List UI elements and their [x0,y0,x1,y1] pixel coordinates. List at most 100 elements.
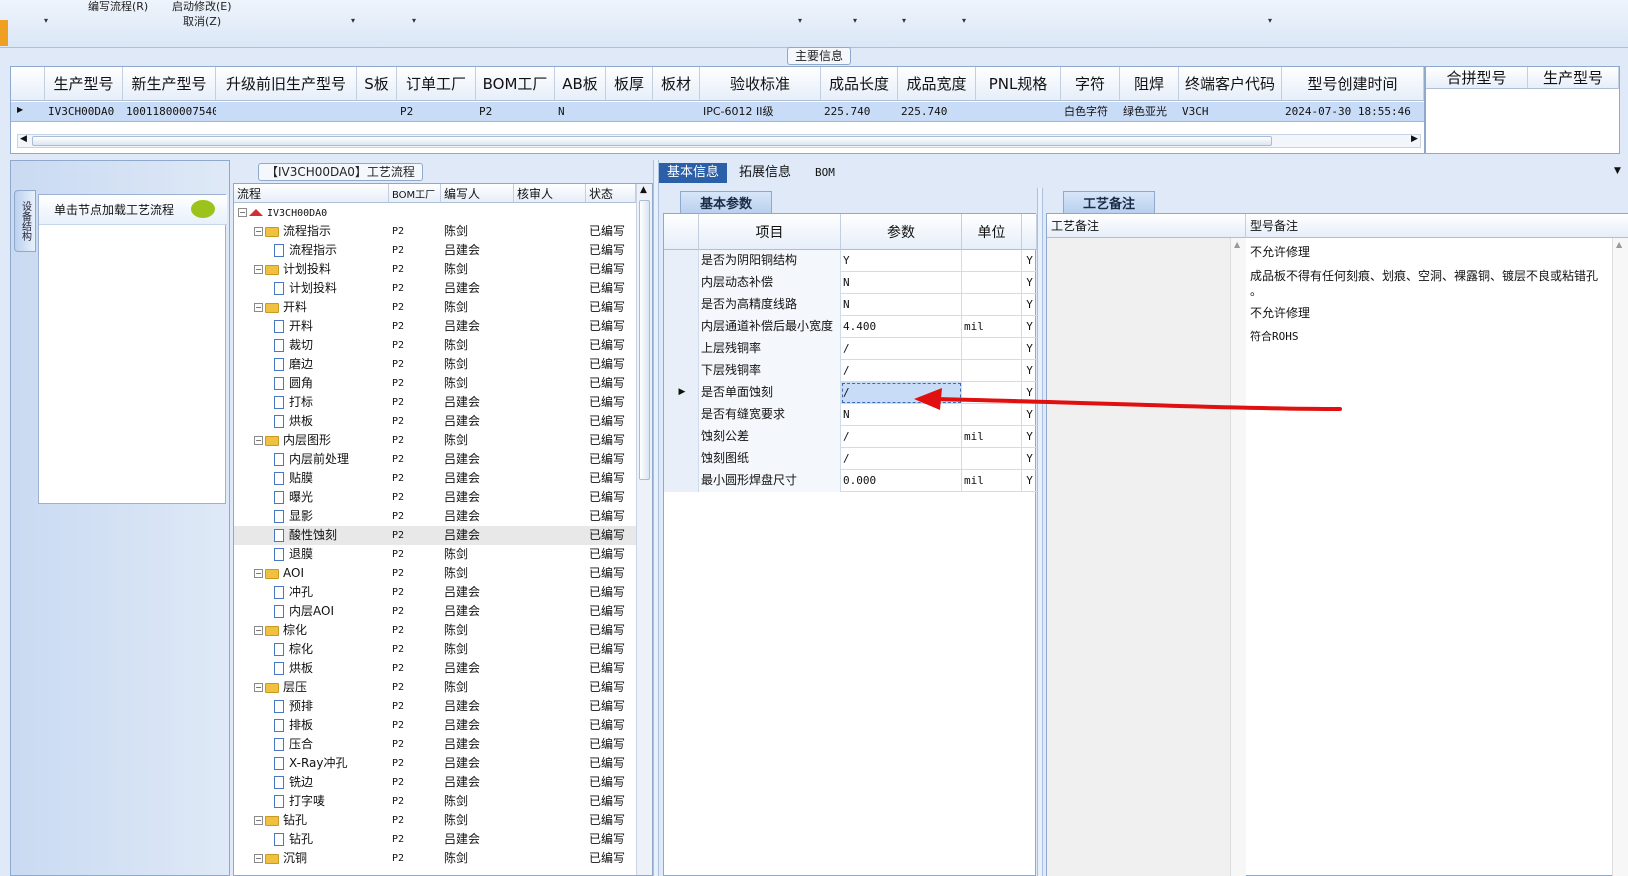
tree-row[interactable]: X-Ray冲孔 P2 吕建会 已编写 [234,754,636,773]
col-process-remark[interactable]: 工艺备注 [1047,214,1246,238]
cancel-button[interactable]: 取消(Z) [183,13,221,29]
collapse-icon[interactable]: − [238,208,247,217]
process-remark-area[interactable] [1047,238,1246,876]
tree-row[interactable]: 内层AOI P2 吕建会 已编写 [234,602,636,621]
scroll-right-icon[interactable]: ▶ [1411,134,1418,144]
col-character[interactable]: 字符 [1061,67,1120,101]
tree-row[interactable]: 打标 P2 吕建会 已编写 [234,393,636,412]
col-new-production-model[interactable]: 新生产型号 [123,67,216,101]
tree-row[interactable]: − 计划投料 P2 陈剑 已编写 [234,260,636,279]
tree-row[interactable]: − AOI P2 陈剑 已编写 [234,564,636,583]
model-remark-scrollbar[interactable]: ▲ [1612,238,1628,876]
col-unit[interactable]: 单位 [962,214,1022,250]
tree-row[interactable]: 钻孔 P2 吕建会 已编写 [234,830,636,849]
collapse-icon[interactable]: − [254,569,263,578]
col-ab-board[interactable]: AB板 [555,67,606,101]
tree-row[interactable]: − 沉铜 P2 陈剑 已编写 [234,849,636,868]
scroll-left-icon[interactable]: ◀ [20,134,27,144]
col-finished-width[interactable]: 成品宽度 [898,67,976,101]
tree-row[interactable]: − 层压 P2 陈剑 已编写 [234,678,636,697]
col-pnl-spec[interactable]: PNL规格 [976,67,1061,101]
remark-scrollbar[interactable]: ▲ [1230,238,1246,876]
param-value[interactable]: N [841,294,962,316]
tree-row[interactable]: 贴膜 P2 吕建会 已编写 [234,469,636,488]
collapse-icon[interactable]: − [254,265,263,274]
col-board-material[interactable]: 板材 [653,67,700,101]
col-order-factory[interactable]: 订单工厂 [397,67,476,101]
param-row[interactable]: 下层残铜率 / Y [664,360,1037,382]
collapse-icon[interactable]: − [254,227,263,236]
tree-row[interactable]: 棕化 P2 陈剑 已编写 [234,640,636,659]
tree-row[interactable]: − 钻孔 P2 陈剑 已编写 [234,811,636,830]
param-row[interactable]: 上层残铜率 / Y [664,338,1037,360]
splitter[interactable] [653,160,659,876]
col-finished-length[interactable]: 成品长度 [821,67,898,101]
horizontal-scrollbar[interactable]: ◀ ▶ [17,134,1421,148]
param-row[interactable]: 蚀刻图纸 / Y [664,448,1037,470]
param-row[interactable]: 内层通道补偿后最小宽度 4.400 mil Y [664,316,1037,338]
tree-row[interactable]: − 开料 P2 陈剑 已编写 [234,298,636,317]
param-value[interactable]: 0.000 [841,470,962,492]
col-solder-mask[interactable]: 阻焊 [1120,67,1179,101]
dropdown-arrow-icon[interactable]: ▾ [1268,16,1272,25]
collapse-icon[interactable]: − [254,303,263,312]
param-row[interactable]: 内层动态补偿 N Y [664,272,1037,294]
col-bom-factory[interactable]: BOM工厂 [389,184,441,203]
collapse-icon[interactable]: − [254,683,263,692]
tree-row[interactable]: 圆角 P2 陈剑 已编写 [234,374,636,393]
col-item[interactable]: 项目 [699,214,841,250]
param-value[interactable]: N [841,272,962,294]
tab-basic-info[interactable]: 基本信息 [659,163,728,183]
scroll-up-icon[interactable]: ▲ [1234,240,1240,249]
start-modify-button[interactable]: 启动修改(E) [172,0,232,14]
tree-row[interactable]: 冲孔 P2 吕建会 已编写 [234,583,636,602]
tree-row[interactable]: 显影 P2 吕建会 已编写 [234,507,636,526]
tree-row[interactable]: 压合 P2 吕建会 已编写 [234,735,636,754]
param-row[interactable]: 最小圆形焊盘尺寸 0.000 mil Y [664,470,1037,492]
scroll-up-icon[interactable]: ▲ [1616,240,1622,249]
dropdown-arrow-icon[interactable]: ▾ [962,16,966,25]
edit-process-button[interactable]: 编写流程(R) [88,0,148,14]
dropdown-arrow-icon[interactable]: ▾ [798,16,802,25]
tree-row[interactable]: 酸性蚀刻 P2 吕建会 已编写 [234,526,636,545]
tree-row[interactable]: 预排 P2 吕建会 已编写 [234,697,636,716]
col-model-remark[interactable]: 型号备注 [1246,214,1628,238]
collapse-icon[interactable]: − [254,816,263,825]
dropdown-arrow-icon[interactable]: ▾ [902,16,906,25]
splitter[interactable] [1037,188,1043,876]
tree-row[interactable]: − 棕化 P2 陈剑 已编写 [234,621,636,640]
scroll-up-icon[interactable]: ▲ [640,185,647,195]
tree-row[interactable]: 流程指示 P2 吕建会 已编写 [234,241,636,260]
tree-row[interactable]: 计划投料 P2 吕建会 已编写 [234,279,636,298]
vertical-scrollbar[interactable]: ▲ [636,184,652,875]
tree-root[interactable]: − IV3CH00DA0 [234,203,636,222]
param-row[interactable]: 蚀刻公差 / mil Y [664,426,1037,448]
param-value[interactable]: / [841,448,962,470]
params-subtab[interactable]: 基本参数 [680,191,772,213]
param-row[interactable]: 是否为高精度线路 N Y [664,294,1037,316]
tree-row[interactable]: − 流程指示 P2 陈剑 已编写 [234,222,636,241]
tab-extended-info[interactable]: 拓展信息 [731,163,799,183]
tree-row[interactable]: − 内层图形 P2 陈剑 已编写 [234,431,636,450]
col-reviewer[interactable]: 核审人 [514,184,586,203]
collapse-icon[interactable]: − [254,436,263,445]
col-bom-factory[interactable]: BOM工厂 [476,67,555,101]
col-status[interactable]: 状态 [586,184,636,203]
col-merge-production-model[interactable]: 生产型号 [1528,67,1619,89]
col-process[interactable]: 流程 [234,184,389,203]
tree-row[interactable]: 打字唛 P2 陈剑 已编写 [234,792,636,811]
nav-card-title[interactable]: 单击节点加载工艺流程 [39,195,227,225]
tree-row[interactable]: 磨边 P2 陈剑 已编写 [234,355,636,374]
col-s-board[interactable]: S板 [357,67,397,101]
col-old-production-model[interactable]: 升级前旧生产型号 [216,67,357,101]
dropdown-arrow-icon[interactable]: ▾ [853,16,857,25]
col-author[interactable]: 编写人 [441,184,514,203]
dropdown-arrow-icon[interactable]: ▾ [351,16,355,25]
param-value[interactable]: 4.400 [841,316,962,338]
chevron-down-icon[interactable]: ▼ [1614,166,1621,176]
param-value[interactable]: / [841,360,962,382]
scrollbar-thumb[interactable] [639,200,650,480]
col-production-model[interactable]: 生产型号 [45,67,123,101]
collapse-icon[interactable]: − [254,626,263,635]
remarks-subtab[interactable]: 工艺备注 [1063,191,1155,213]
